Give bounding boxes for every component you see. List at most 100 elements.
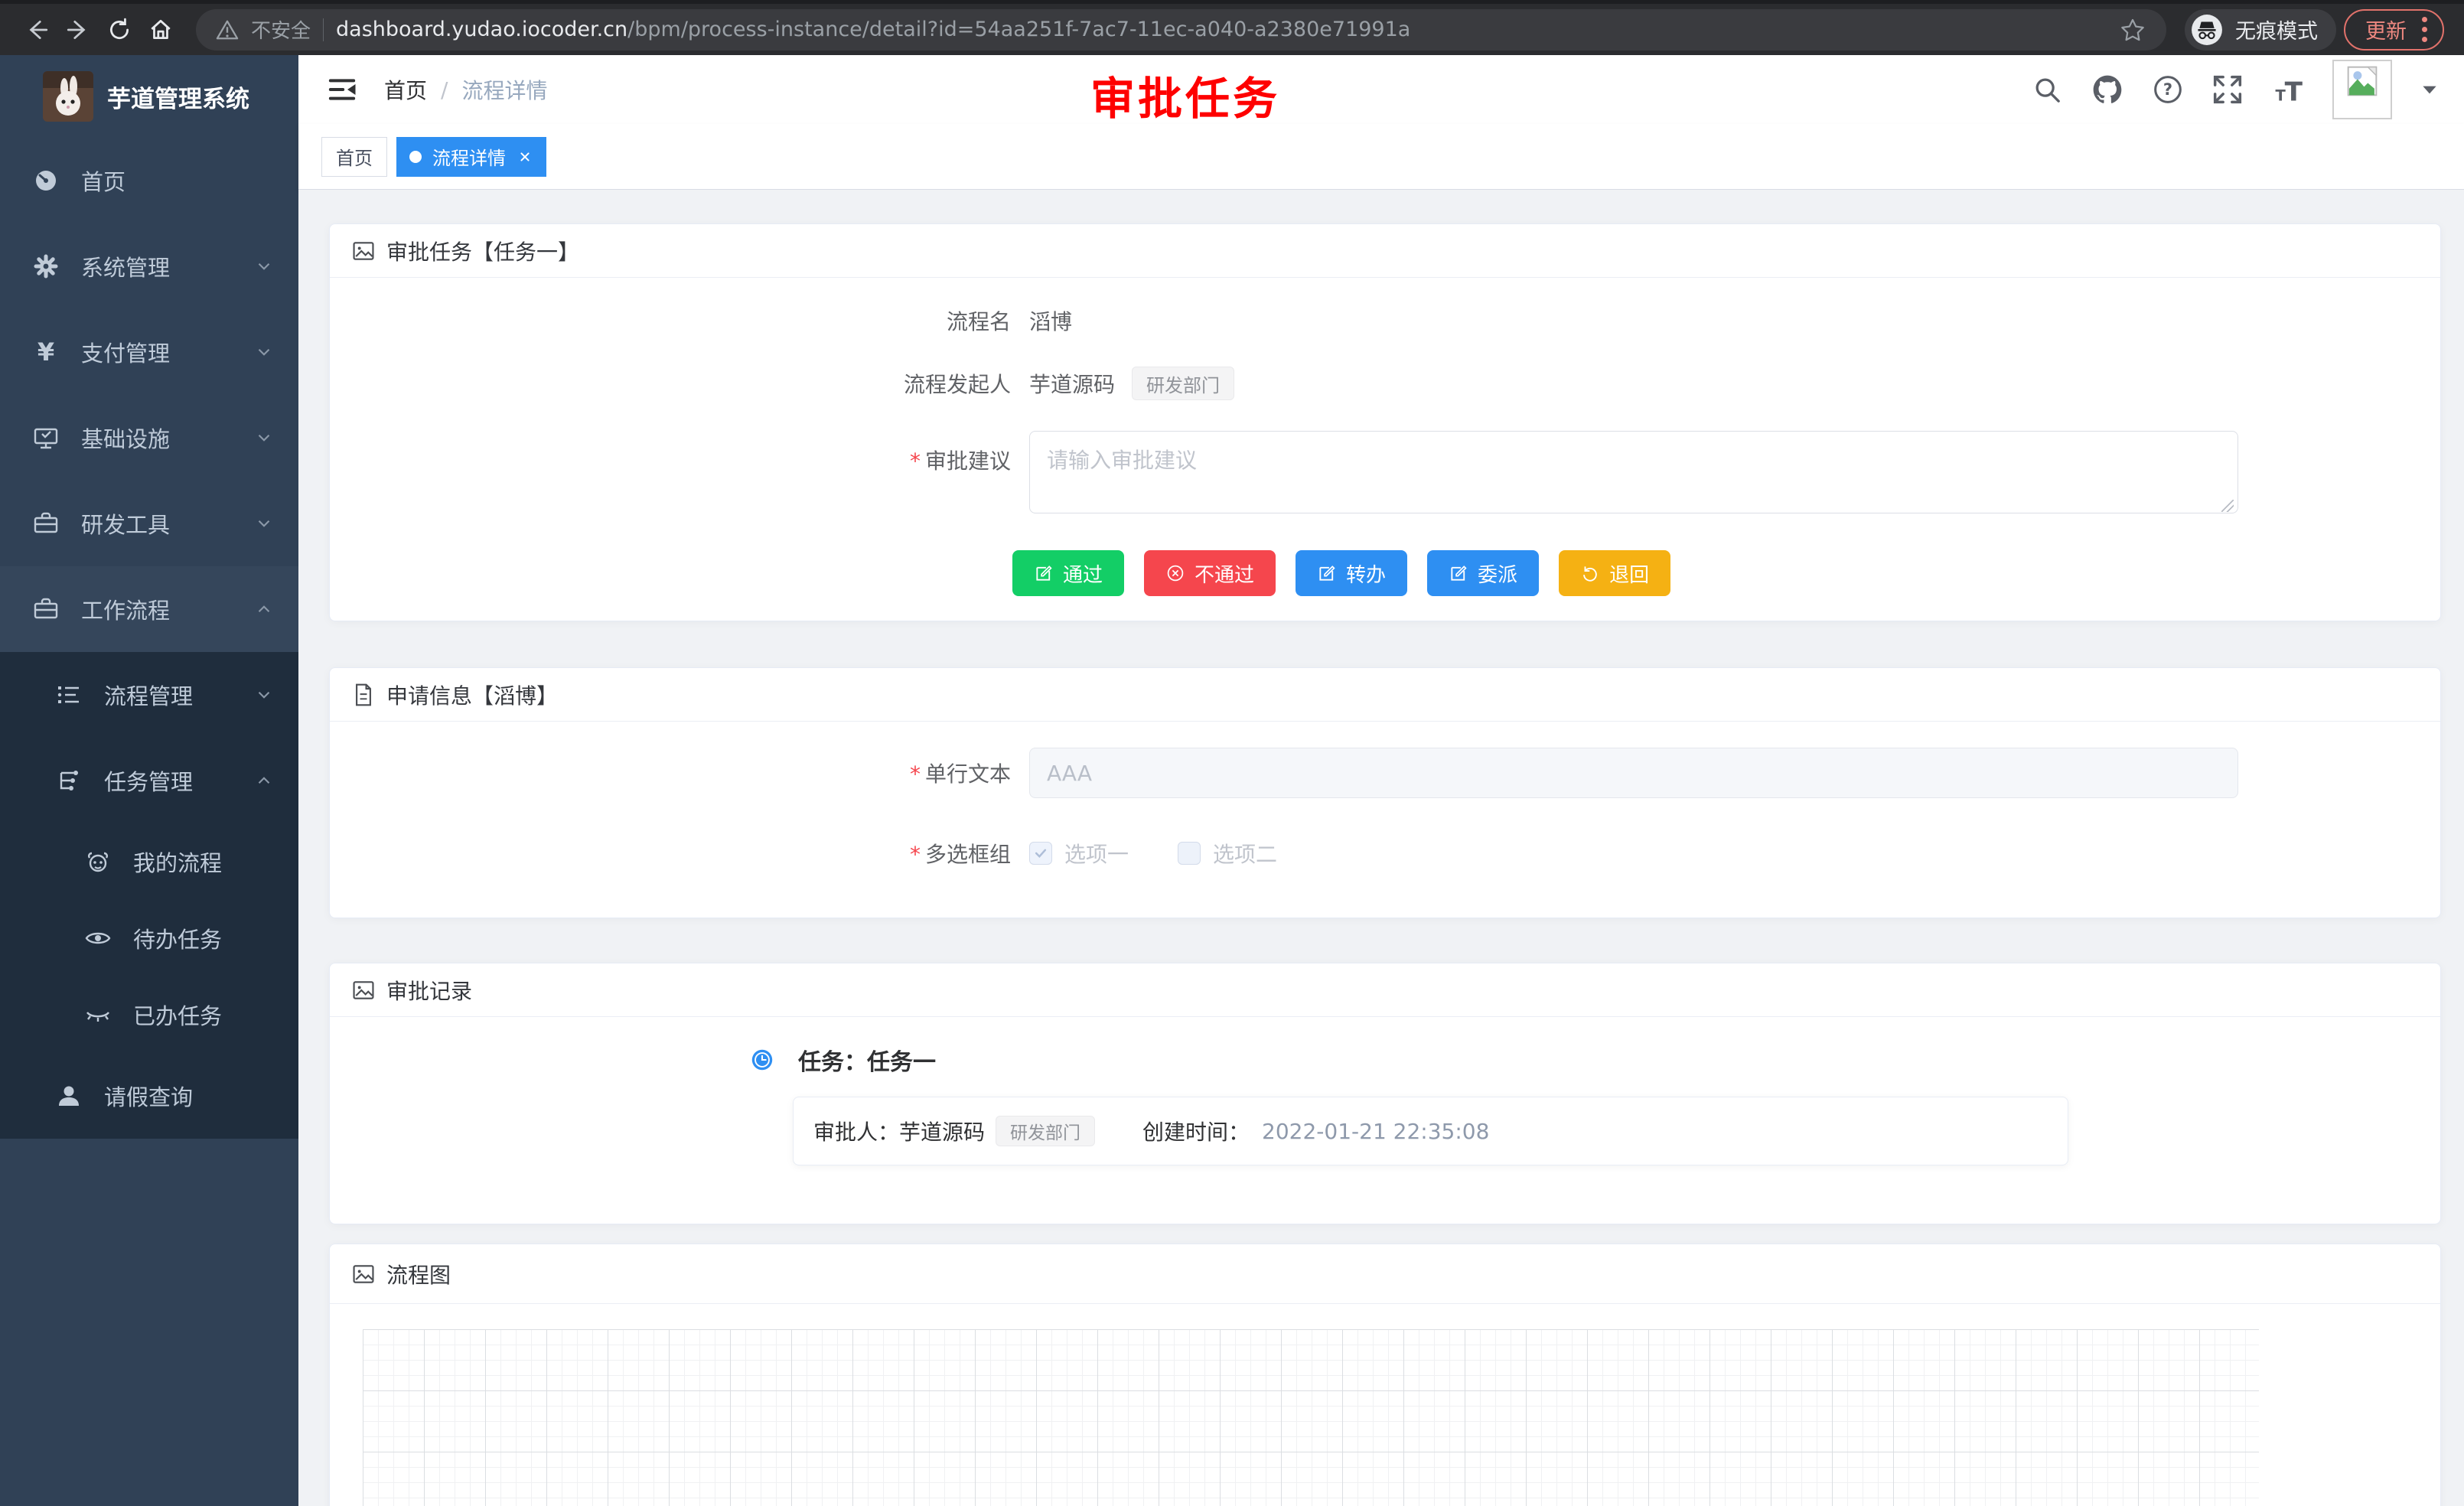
card-title: 审批任务【任务一】 [386, 236, 579, 266]
sidebar-item-label: 待办任务 [133, 922, 222, 954]
help-icon[interactable]: ? [2152, 73, 2184, 106]
approval-record-card: 审批记录 任务：任务一 审批人： 芋道源码 研发部门 创建时间： 2022-01… [329, 963, 2441, 1224]
browser-toolbar: 不安全 dashboard.yudao.iocoder.cn/bpm/proce… [0, 0, 2464, 55]
picture-icon [351, 239, 376, 263]
tab-label: 首页 [336, 143, 373, 170]
picture-icon [351, 978, 376, 1002]
required-mark: * [910, 448, 921, 474]
card-title: 申请信息【滔博】 [386, 680, 558, 710]
field-label: *审批建议 [360, 431, 1029, 475]
checkbox-group: 选项一 选项二 [1029, 838, 1277, 869]
chevron-down-icon [254, 685, 274, 705]
sidebar-toggle-icon[interactable] [326, 73, 358, 106]
field-label: *单行文本 [360, 758, 1029, 788]
back-icon[interactable] [20, 13, 54, 47]
svg-text:T: T [2285, 77, 2303, 106]
app-logo-row[interactable]: 芋道管理系统 [0, 55, 298, 138]
chevron-down-icon [254, 342, 274, 362]
sidebar-item-devtools[interactable]: 研发工具 [0, 481, 298, 566]
field-label: *多选框组 [360, 838, 1029, 869]
font-size-icon[interactable]: TT [2271, 73, 2305, 106]
monitor-icon [31, 424, 61, 451]
sidebar-item-label: 我的流程 [133, 846, 222, 878]
forward-icon[interactable] [61, 13, 95, 47]
opinion-textarea[interactable] [1029, 431, 2238, 513]
sidebar-item-payment[interactable]: ¥ 支付管理 [0, 309, 298, 395]
resize-handle[interactable] [2221, 500, 2234, 512]
sidebar-item-label: 任务管理 [104, 764, 193, 797]
incognito-badge: 无痕模式 [2185, 9, 2336, 51]
sidebar-item-task-mgmt[interactable]: 任务管理 [0, 738, 298, 823]
sidebar-item-label: 首页 [81, 165, 125, 197]
chevron-down-icon[interactable] [2420, 80, 2440, 99]
bpmn-canvas[interactable] [363, 1329, 2259, 1506]
bookmark-star-icon[interactable] [2119, 16, 2146, 44]
reload-icon[interactable] [103, 13, 136, 47]
required-mark: * [910, 761, 921, 787]
breadcrumb-home[interactable]: 首页 [384, 74, 427, 105]
clock-icon [749, 1047, 775, 1073]
opinion-row: *审批建议 [360, 431, 2410, 517]
yen-icon: ¥ [31, 338, 61, 366]
apply-info-card: 申请信息【滔博】 *单行文本 *多选框组 选项一 选项二 [329, 667, 2441, 918]
close-icon[interactable] [517, 148, 533, 165]
chevron-down-icon [254, 428, 274, 448]
app-header: 首页 / 流程详情 审批任务 ? TT [298, 55, 2464, 124]
incognito-icon [2191, 14, 2223, 46]
workflow-submenu: 流程管理 任务管理 我的流程 待办任务 已办任务 请假查询 [0, 652, 298, 1139]
sidebar-item-label: 请假查询 [104, 1080, 193, 1112]
address-bar[interactable]: 不安全 dashboard.yudao.iocoder.cn/bpm/proce… [196, 9, 2166, 51]
card-header: 申请信息【滔博】 [330, 668, 2440, 722]
sidebar-item-process-mgmt[interactable]: 流程管理 [0, 652, 298, 738]
tab-home[interactable]: 首页 [321, 137, 387, 177]
main-content: 审批任务【任务一】 流程名 滔博 流程发起人 芋道源码 研发部门 *审批建议 [298, 190, 2464, 1506]
chevron-up-icon [254, 599, 274, 619]
sidebar-item-my-process[interactable]: 我的流程 [0, 823, 298, 900]
sidebar-item-todo-tasks[interactable]: 待办任务 [0, 900, 298, 976]
browser-menu-icon[interactable] [2422, 17, 2427, 42]
tags-view-bar: 首页 流程详情 [298, 124, 2464, 190]
approve-button[interactable]: 通过 [1012, 550, 1124, 596]
approve-task-card: 审批任务【任务一】 流程名 滔博 流程发起人 芋道源码 研发部门 *审批建议 [329, 223, 2441, 621]
return-button[interactable]: 退回 [1559, 550, 1670, 596]
card-header: 流程图 [330, 1244, 2440, 1304]
avatar[interactable] [2332, 60, 2392, 119]
svg-text:?: ? [2163, 80, 2172, 99]
tab-process-detail[interactable]: 流程详情 [396, 137, 546, 177]
reject-button[interactable]: 不通过 [1144, 550, 1276, 596]
task-title: 任务：任务一 [798, 1043, 936, 1077]
checkbox-unchecked-icon [1178, 842, 1201, 865]
chevron-down-icon [254, 256, 274, 276]
incognito-label: 无痕模式 [2235, 15, 2318, 44]
search-icon[interactable] [2031, 73, 2063, 106]
active-dot [409, 151, 422, 163]
fullscreen-icon[interactable] [2211, 73, 2244, 106]
checkbox-group-row: *多选框组 选项一 选项二 [360, 838, 2410, 869]
sidebar-item-label: 基础设施 [81, 422, 170, 454]
app-title: 芋道管理系统 [107, 80, 249, 114]
breadcrumb: 首页 / 流程详情 [384, 74, 547, 105]
action-buttons: 通过 不通过 转办 委派 退回 [1012, 550, 2410, 596]
dashboard-icon [31, 167, 61, 194]
sidebar-item-leave-query[interactable]: 请假查询 [0, 1053, 298, 1139]
transfer-button[interactable]: 转办 [1296, 550, 1407, 596]
sidebar-item-label: 已办任务 [133, 999, 222, 1031]
sidebar-item-infrastructure[interactable]: 基础设施 [0, 395, 298, 481]
card-header: 审批记录 [330, 963, 2440, 1017]
card-title: 审批记录 [386, 975, 472, 1006]
approver-label: 审批人： [813, 1116, 899, 1146]
sidebar-item-home[interactable]: 首页 [0, 138, 298, 223]
delegate-button[interactable]: 委派 [1427, 550, 1539, 596]
update-button[interactable]: 更新 [2344, 9, 2444, 51]
checkbox-option1: 选项一 [1029, 838, 1129, 869]
initiator-row: 流程发起人 芋道源码 研发部门 [360, 367, 2410, 400]
created-time: 2022-01-21 22:35:08 [1262, 1119, 1489, 1144]
sidebar-item-system[interactable]: 系统管理 [0, 223, 298, 309]
sidebar-item-done-tasks[interactable]: 已办任务 [0, 976, 298, 1053]
sidebar-item-label: 研发工具 [81, 507, 170, 539]
document-icon [351, 683, 376, 707]
sidebar-item-workflow[interactable]: 工作流程 [0, 566, 298, 652]
tree-icon [54, 767, 84, 794]
home-icon[interactable] [144, 13, 178, 47]
github-icon[interactable] [2091, 73, 2124, 106]
